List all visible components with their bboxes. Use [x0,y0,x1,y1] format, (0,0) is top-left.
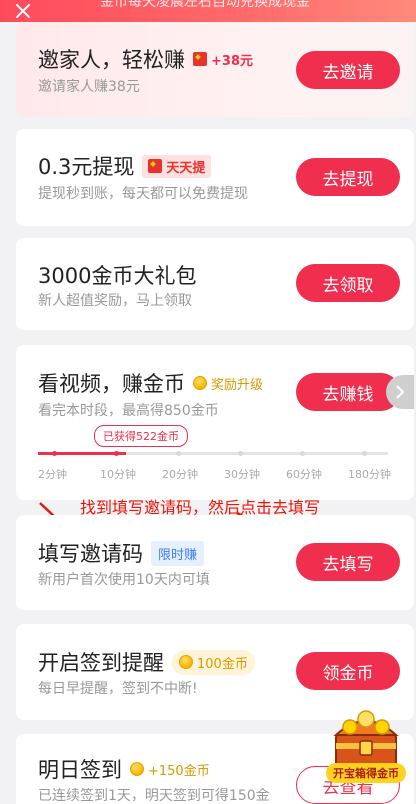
timeline-dot [114,451,119,456]
next-arrow[interactable] [386,375,414,409]
fill-invite-code-button[interactable]: 去填写 [296,543,400,581]
task-title: 0.3元提现 [38,155,135,179]
reward-badge: +38元 [193,50,253,69]
task-title: 邀家人，轻松赚 [38,48,185,72]
treasure-chest-widget[interactable]: 开宝箱得金币 [320,705,412,804]
task-card-gift-pack: 3000金币大礼包 新人超值奖励，马上领取 去领取 [16,238,414,330]
reward-upgrade-badge: 奖励升级 [193,374,263,393]
timeline-tick-label: 10分钟 [100,468,136,481]
task-subtitle: 看完本时段，最高得850金币 [38,403,219,419]
top-notice-bar: 金币每天凌晨左右自动兑换成现金 [0,0,416,22]
task-subtitle: 每日早提醒，签到不中断! [38,681,198,697]
task-card-invite-code: 填写邀请码 限时赚 新用户首次使用10天内可填 去填写 [16,515,414,610]
timeline-dot [176,451,181,456]
task-subtitle: 提现秒到账，每天都可以免费提现 [38,186,248,202]
close-icon[interactable] [14,2,32,20]
task-subtitle: 已连续签到1天，明天签到可得150金 [38,788,270,804]
task-title: 开启签到提醒 [38,651,164,675]
invite-button[interactable]: 去邀请 [296,51,400,89]
timeline-tick-label: 20分钟 [162,468,198,481]
coin-reward-badge: +150金币 [130,760,210,779]
timeline-tick-label: 2分钟 [38,468,67,481]
claim-button[interactable]: 去领取 [296,264,400,302]
coin-icon [130,762,144,776]
get-coins-button[interactable]: 领金币 [296,652,400,690]
task-subtitle: 新用户首次使用10天内可填 [38,572,210,588]
withdraw-button[interactable]: 去提现 [296,158,400,196]
timeline-tick-label: 60分钟 [286,468,322,481]
coin-icon [179,655,193,669]
earned-bubble: 已获得522金币 [94,425,188,447]
task-card-watch-video: 看视频，赚金币 奖励升级 看完本时段，最高得850金币 去赚钱 已获得522金币… [16,345,414,500]
task-title: 填写邀请码 [38,542,143,566]
task-card-invite-family: 邀家人，轻松赚 +38元 邀请家人赚38元 去邀请 [16,22,414,117]
notice-text: 金币每天凌晨左右自动兑换成现金 [100,0,310,10]
progress-timeline [38,452,388,455]
earn-button[interactable]: 去赚钱 [296,373,400,411]
task-title: 看视频，赚金币 [38,372,185,396]
timeline-tick-label: 30分钟 [224,468,260,481]
timeline-tick-label: 180分钟 [348,468,391,481]
timeline-dot [362,451,367,456]
treasure-label: 开宝箱得金币 [326,763,406,783]
task-title: 明日签到 [38,758,122,782]
red-packet-icon [193,52,207,66]
timeline-dot [52,451,57,456]
limited-time-badge: 限时赚 [151,540,205,566]
task-card-withdraw: 0.3元提现 天天提 提现秒到账，每天都可以免费提现 去提现 [16,129,414,226]
timeline-dot [300,451,305,456]
timeline-dot [238,451,243,456]
red-packet-icon [148,159,163,173]
coin-icon [193,376,207,390]
chevron-right-icon [396,385,405,399]
task-subtitle: 邀请家人赚38元 [38,79,140,95]
daily-badge: 天天提 [142,154,212,178]
coin-reward-badge: 100金币 [172,649,255,675]
task-subtitle: 新人超值奖励，马上领取 [38,293,192,309]
task-title: 3000金币大礼包 [38,264,197,288]
